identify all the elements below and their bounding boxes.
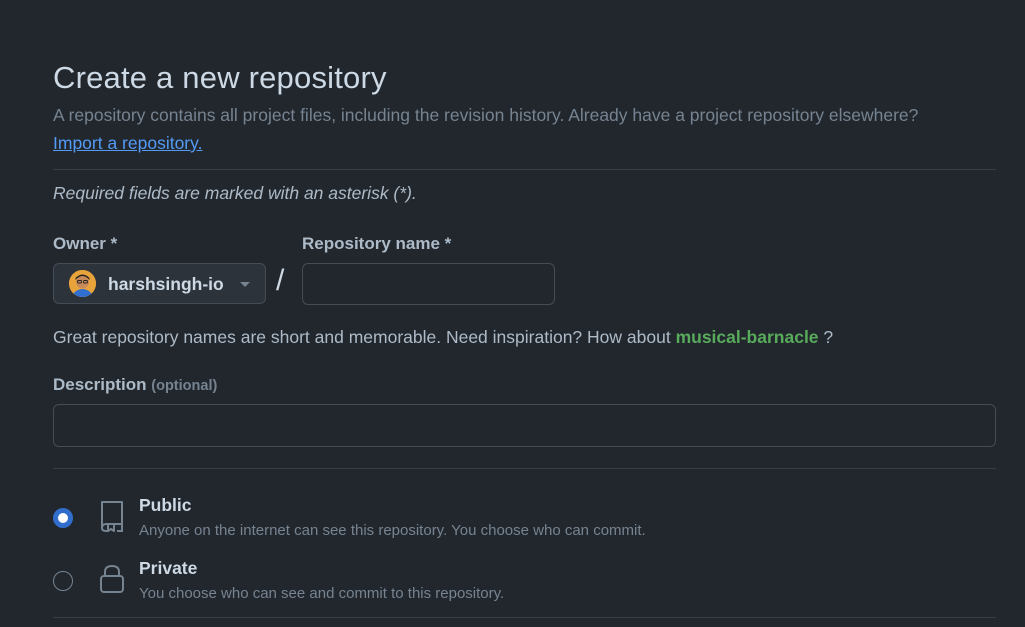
private-title: Private [139, 558, 198, 578]
visibility-divider [53, 617, 996, 618]
page-title: Create a new repository [53, 60, 387, 95]
repo-icon [97, 499, 127, 538]
create-repository-page: Create a new repository A repository con… [0, 0, 1025, 627]
required-fields-note: Required fields are marked with an aster… [53, 183, 417, 203]
name-suggestion: Great repository names are short and mem… [53, 327, 833, 348]
page-subtitle: A repository contains all project files,… [53, 105, 919, 125]
public-title: Public [139, 495, 192, 515]
suggestion-suffix: ? [823, 327, 834, 347]
public-description: Anyone on the internet can see this repo… [139, 522, 646, 539]
repository-name-label: Repository name * [302, 234, 452, 253]
optional-tag: (optional) [151, 378, 218, 394]
private-description: You choose who can see and commit to thi… [139, 585, 505, 602]
description-label: Description [53, 375, 147, 394]
repository-name-input[interactable] [302, 263, 555, 305]
suggestion-text: Great repository names are short and mem… [53, 327, 671, 347]
description-divider [53, 468, 996, 469]
description-input[interactable] [53, 404, 996, 447]
import-repository-link[interactable]: Import a repository. [53, 133, 202, 154]
owner-dropdown[interactable]: harshsingh-io [53, 263, 266, 304]
owner-name: harshsingh-io [108, 274, 224, 294]
avatar [69, 270, 96, 297]
lock-icon [97, 563, 127, 600]
suggested-name[interactable]: musical-barnacle [676, 327, 819, 347]
owner-label: Owner * [53, 234, 118, 253]
owner-repo-separator: / [276, 264, 285, 297]
description-label-row: Description (optional) [53, 375, 217, 395]
public-radio[interactable] [53, 508, 73, 528]
private-radio[interactable] [53, 571, 73, 591]
chevron-down-icon [240, 282, 250, 287]
header-divider [53, 169, 996, 170]
